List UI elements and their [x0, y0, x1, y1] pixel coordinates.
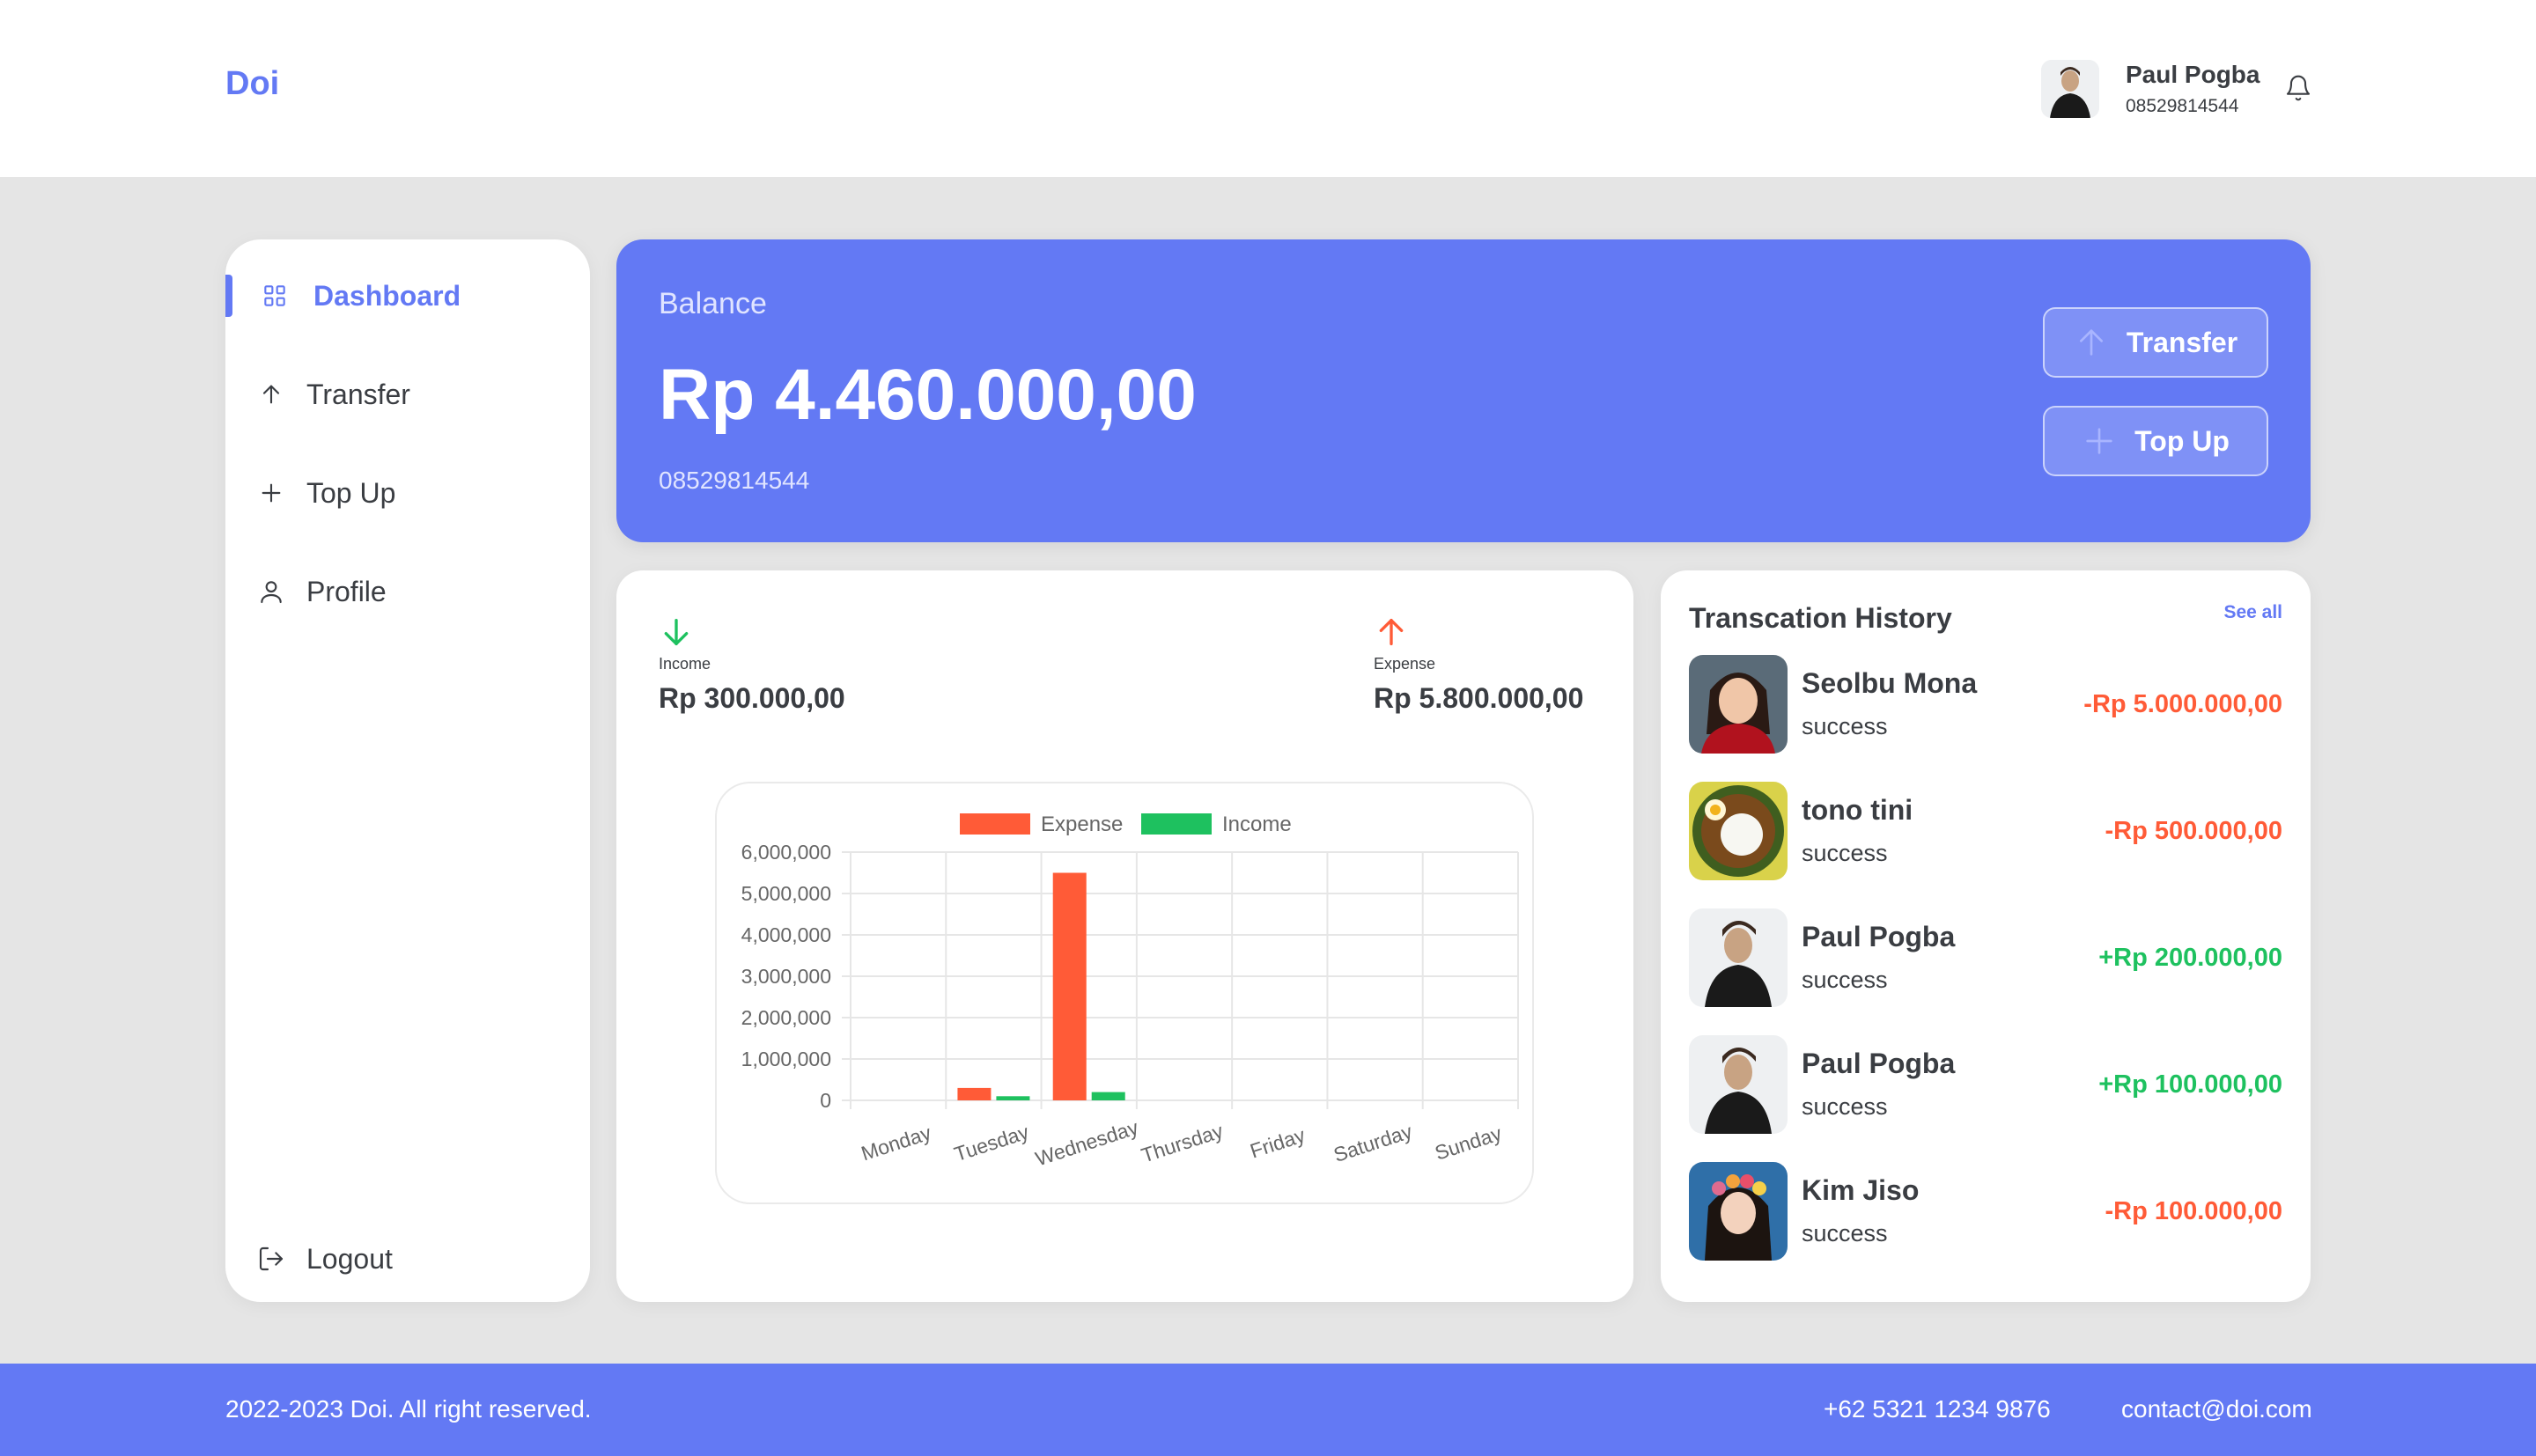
x-tick-label: Sunday: [1432, 1121, 1505, 1165]
chart-bar-income: [1091, 1092, 1125, 1100]
grid-icon: [261, 282, 289, 310]
logout-label: Logout: [306, 1242, 393, 1275]
user-name: Paul Pogba: [2126, 61, 2260, 88]
legend-swatch: [960, 813, 1030, 835]
transaction-avatar: [1689, 655, 1788, 754]
expense-summary: Expense Rp 5.800.000,00: [1374, 614, 1583, 715]
chart-bar-income: [996, 1096, 1030, 1100]
footer-phone[interactable]: +62 5321 1234 9876: [1824, 1395, 2051, 1423]
x-tick-label: Thursday: [1139, 1119, 1227, 1167]
transaction-name: Kim Jiso: [1802, 1174, 1920, 1206]
sidebar-item-label: Top Up: [306, 476, 396, 509]
legend-swatch: [1141, 813, 1212, 835]
transaction-row[interactable]: Kim Jiso success -Rp 100.000,00: [1689, 1162, 2282, 1262]
footer: 2022-2023 Doi. All right reserved. +62 5…: [0, 1364, 2536, 1456]
transaction-avatar: [1689, 1035, 1788, 1134]
user-icon: [257, 577, 285, 606]
topup-button[interactable]: Top Up: [2043, 406, 2268, 476]
top-header: Doi Paul Pogba 08529814544: [0, 0, 2536, 177]
sidebar-item-label: Profile: [306, 575, 387, 607]
logout-button[interactable]: Logout: [225, 1234, 590, 1283]
transaction-avatar: [1689, 782, 1788, 880]
expense-value: Rp 5.800.000,00: [1374, 682, 1584, 714]
logout-icon: [257, 1245, 285, 1273]
sidebar-item-transfer[interactable]: Transfer: [225, 370, 590, 419]
weekly-chart: 6,000,000 5,000,000 4,000,000 3,000,000 2,00…: [715, 782, 1534, 1204]
legend-label: Income: [1222, 813, 1292, 836]
transaction-row[interactable]: Seolbu Mona success -Rp 5.000.000,00: [1689, 655, 2282, 755]
y-tick-label: 0: [820, 1089, 831, 1112]
transaction-amount: -Rp 100.000,00: [2105, 1197, 2282, 1225]
x-tick-label: Wednesday: [1033, 1115, 1142, 1170]
bell-icon[interactable]: [2284, 74, 2312, 102]
chart-svg: 6,000,000 5,000,000 4,000,000 3,000,000 2,00…: [741, 813, 1519, 1170]
sidebar-item-profile[interactable]: Profile: [225, 567, 590, 616]
sidebar-item-dashboard[interactable]: Dashboard: [225, 271, 590, 320]
y-tick-label: 6,000,000: [741, 841, 831, 864]
y-tick-label: 5,000,000: [741, 882, 831, 905]
x-tick-label: Tuesday: [951, 1120, 1032, 1166]
x-tick-label: Friday: [1247, 1123, 1308, 1163]
balance-card: Balance Rp 4.460.000,00 08529814544 Tran…: [616, 239, 2311, 542]
see-all-link[interactable]: See all: [2223, 602, 2282, 623]
arrow-up-icon: [2074, 325, 2109, 360]
income-value: Rp 300.000,00: [659, 682, 845, 714]
transaction-history-title: Transcation History: [1689, 602, 1952, 634]
active-indicator: [225, 275, 232, 317]
transaction-row[interactable]: Paul Pogba success +Rp 100.000,00: [1689, 1035, 2282, 1136]
plus-icon: [2082, 423, 2117, 459]
transaction-amount: -Rp 5.000.000,00: [2083, 690, 2282, 718]
footer-email[interactable]: contact@doi.com: [2121, 1395, 2312, 1423]
expense-label: Expense: [1374, 655, 1436, 673]
transaction-name: Paul Pogba: [1802, 1048, 1956, 1079]
avatar: [2041, 60, 2099, 118]
balance-amount: Rp 4.460.000,00: [659, 355, 1197, 435]
chart-bar-expense: [957, 1087, 992, 1100]
balance-label: Balance: [659, 287, 767, 320]
transaction-name: Paul Pogba: [1802, 921, 1956, 952]
income-summary: Income Rp 300.000,00: [659, 614, 845, 715]
brand-logo[interactable]: Doi: [225, 65, 279, 103]
income-label: Income: [659, 655, 711, 673]
arrow-down-icon: [659, 614, 694, 650]
transaction-status: success: [1802, 1220, 1888, 1246]
transaction-name: Seolbu Mona: [1802, 667, 1978, 699]
chart-bar-expense: [1052, 872, 1087, 1100]
transaction-row[interactable]: tono tini success -Rp 500.000,00: [1689, 782, 2282, 882]
x-tick-label: Monday: [859, 1121, 934, 1165]
transaction-status: success: [1802, 840, 1888, 866]
transaction-row[interactable]: Paul Pogba success +Rp 200.000,00: [1689, 908, 2282, 1009]
balance-phone: 08529814544: [659, 467, 810, 494]
footer-copyright: 2022-2023 Doi. All right reserved.: [225, 1395, 592, 1423]
transaction-status: success: [1802, 1093, 1888, 1120]
x-tick-label: Saturday: [1331, 1120, 1415, 1166]
sidebar-item-label: Transfer: [306, 378, 410, 410]
transaction-status: success: [1802, 967, 1888, 993]
y-tick-label: 2,000,000: [741, 1006, 831, 1029]
transaction-amount: +Rp 200.000,00: [2098, 944, 2282, 972]
transaction-history-card: Transcation History See all Seolbu Mona …: [1661, 570, 2311, 1302]
arrow-up-icon: [257, 380, 285, 408]
transaction-amount: +Rp 100.000,00: [2098, 1070, 2282, 1099]
plus-icon: [257, 479, 285, 507]
transaction-avatar: [1689, 1162, 1788, 1261]
legend-label: Expense: [1041, 813, 1123, 836]
topup-button-label: Top Up: [2134, 424, 2230, 457]
transaction-avatar: [1689, 908, 1788, 1007]
y-tick-label: 1,000,000: [741, 1048, 831, 1070]
transaction-status: success: [1802, 713, 1888, 739]
transaction-name: tono tini: [1802, 794, 1913, 826]
transfer-button-label: Transfer: [2126, 326, 2238, 358]
income-expense-card: Income Rp 300.000,00 Expense Rp 5.800.00…: [616, 570, 1633, 1302]
transfer-button[interactable]: Transfer: [2043, 307, 2268, 378]
user-phone: 08529814544: [2126, 96, 2239, 116]
y-tick-label: 3,000,000: [741, 965, 831, 988]
y-tick-label: 4,000,000: [741, 923, 831, 946]
sidebar: Dashboard Transfer Top Up Profile Logout: [225, 239, 590, 1302]
sidebar-item-topup[interactable]: Top Up: [225, 468, 590, 518]
transaction-amount: -Rp 500.000,00: [2105, 817, 2282, 845]
user-profile[interactable]: Paul Pogba 08529814544: [2041, 58, 2260, 120]
arrow-up-icon: [1374, 614, 1409, 650]
sidebar-item-label: Dashboard: [313, 279, 461, 312]
